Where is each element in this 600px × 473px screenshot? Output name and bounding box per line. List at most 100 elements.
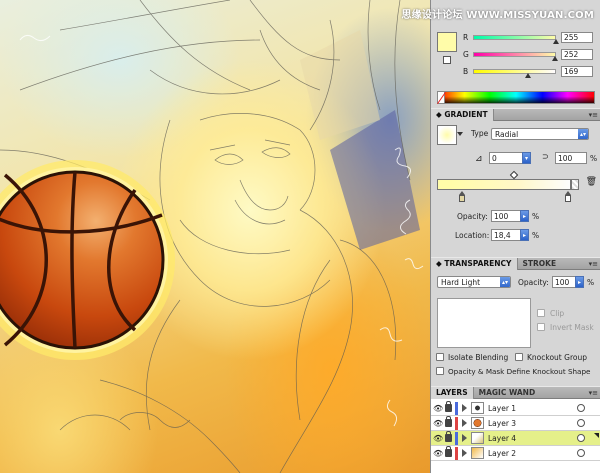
location-dropdown[interactable]: ▸: [520, 229, 529, 241]
channel-r-label: R: [463, 33, 469, 42]
channel-r-slider[interactable]: [473, 35, 556, 40]
tab-gradient[interactable]: ◆ GRADIENT: [431, 108, 494, 121]
location-label: Location:: [455, 231, 490, 240]
layer-row-selected[interactable]: 👁 Layer 4: [431, 431, 600, 446]
panel-menu-icon[interactable]: ▾≡: [589, 389, 598, 397]
gradient-type-select[interactable]: Radial ▴▾: [491, 128, 589, 140]
channel-b-input[interactable]: 169: [561, 66, 593, 77]
clip-checkbox[interactable]: [537, 309, 545, 317]
eye-icon[interactable]: 👁: [433, 404, 443, 413]
color-panel: R 255 G 252 B 169: [431, 28, 600, 108]
angle-input[interactable]: 0: [489, 152, 523, 164]
knockout-group-checkbox[interactable]: [515, 353, 523, 361]
layer-row[interactable]: 👁 Layer 3: [431, 416, 600, 431]
eye-icon[interactable]: 👁: [433, 434, 443, 443]
layer-color-indicator: [455, 402, 458, 415]
tab-magic-wand[interactable]: MAGIC WAND: [474, 387, 541, 399]
isolate-blending-checkbox[interactable]: [436, 353, 444, 361]
selection-indicator: [594, 433, 599, 438]
artwork-canvas[interactable]: [0, 0, 430, 473]
layer-thumbnail: [471, 447, 484, 459]
channel-b-thumb[interactable]: [525, 73, 532, 78]
none-color-swatch[interactable]: [437, 91, 445, 104]
tab-transparency[interactable]: ◆ TRANSPARENCY: [431, 257, 518, 270]
panel-menu-icon[interactable]: ▾≡: [589, 260, 598, 268]
layer-name[interactable]: Layer 4: [488, 434, 516, 443]
layer-name[interactable]: Layer 2: [488, 449, 516, 458]
channel-g-slider[interactable]: [473, 52, 556, 57]
isolate-blending-label: Isolate Blending: [448, 353, 509, 362]
opacity-mask-checkbox[interactable]: [436, 367, 444, 375]
layer-row[interactable]: 👁 Layer 2: [431, 446, 600, 461]
gradient-preview-swatch[interactable]: [437, 125, 463, 145]
transparency-opacity-dropdown[interactable]: ▸: [575, 276, 584, 288]
tab-gradient-label: GRADIENT: [444, 109, 488, 119]
target-circle-icon[interactable]: [577, 404, 585, 412]
tab-transparency-label: TRANSPARENCY: [444, 258, 512, 268]
location-unit: %: [532, 231, 540, 240]
gradient-opacity-dropdown[interactable]: ▸: [520, 210, 529, 222]
eye-icon[interactable]: 👁: [433, 449, 443, 458]
panel-menu-icon[interactable]: ▾≡: [589, 111, 598, 119]
location-input[interactable]: 18,4: [491, 229, 521, 241]
target-circle-icon[interactable]: [577, 419, 585, 427]
gradient-type-label: Type: [471, 129, 489, 138]
transparency-panel-header: ◆ TRANSPARENCY STROKE ▾≡: [431, 257, 600, 270]
trash-icon[interactable]: 🗑: [586, 177, 597, 187]
expand-triangle-icon[interactable]: [462, 434, 467, 442]
aspect-ratio-input[interactable]: 100: [555, 152, 587, 164]
expand-triangle-icon[interactable]: [462, 449, 467, 457]
channel-r: R 255: [463, 32, 598, 44]
target-circle-icon[interactable]: [577, 434, 585, 442]
gradient-panel: Type Radial ▴▾ ⊿ 0 ▾ ⊃ 100 % 🗑 Opacity: …: [431, 121, 600, 256]
transparency-opacity-input[interactable]: 100: [552, 276, 576, 288]
gradient-type-value: Radial: [495, 130, 519, 139]
expand-triangle-icon[interactable]: [462, 404, 467, 412]
layer-row[interactable]: 👁 Layer 1: [431, 401, 600, 416]
lock-icon[interactable]: [445, 416, 452, 427]
transparency-opacity-label: Opacity:: [518, 278, 549, 287]
gradient-opacity-input[interactable]: 100: [491, 210, 521, 222]
knockout-group-label: Knockout Group: [527, 353, 587, 362]
lock-icon[interactable]: [445, 446, 452, 457]
fill-swatch[interactable]: [437, 32, 457, 52]
tab-stroke[interactable]: STROKE: [518, 258, 562, 270]
lock-icon[interactable]: [445, 431, 452, 442]
layer-name[interactable]: Layer 3: [488, 419, 516, 428]
channel-b-slider[interactable]: [473, 69, 556, 74]
layer-thumbnail: [471, 432, 484, 444]
gradient-midpoint-handle[interactable]: [509, 170, 519, 180]
tab-layers[interactable]: LAYERS: [431, 386, 474, 399]
transparency-opacity-unit: %: [587, 278, 595, 287]
layer-name[interactable]: Layer 1: [488, 404, 516, 413]
color-spectrum[interactable]: [437, 91, 595, 104]
chevron-updown-icon: ▴▾: [500, 277, 510, 287]
channel-r-thumb[interactable]: [553, 39, 559, 44]
layer-color-indicator: [455, 432, 458, 445]
watermark-text: 思缘设计论坛 WWW.MISSYUAN.COM: [401, 10, 594, 21]
invert-mask-checkbox[interactable]: [537, 323, 545, 331]
gradient-panel-header: ◆ GRADIENT ▾≡: [431, 108, 600, 121]
gradient-stop-left[interactable]: [459, 191, 465, 202]
angle-dropdown-button[interactable]: ▾: [522, 152, 531, 164]
invert-mask-label: Invert Mask: [550, 323, 594, 332]
gradient-opacity-unit: %: [532, 212, 540, 221]
channel-b: B 169: [463, 66, 598, 78]
artwork-illustration: [0, 0, 424, 473]
channel-r-input[interactable]: 255: [561, 32, 593, 43]
channel-g-thumb[interactable]: [552, 56, 558, 61]
layer-color-indicator: [455, 447, 458, 460]
blend-mode-select[interactable]: Hard Light ▴▾: [437, 276, 511, 288]
expand-triangle-icon[interactable]: [462, 419, 467, 427]
stroke-swatch[interactable]: [443, 56, 451, 64]
channel-b-label: B: [463, 67, 469, 76]
lock-icon[interactable]: [445, 401, 452, 412]
gradient-ramp[interactable]: [437, 179, 571, 190]
gradient-stop-right[interactable]: [565, 191, 571, 202]
layer-thumbnail: [471, 402, 484, 414]
layers-panel-header: LAYERS MAGIC WAND ▾≡: [431, 386, 600, 399]
eye-icon[interactable]: 👁: [433, 419, 443, 428]
opacity-mask-label: Opacity & Mask Define Knockout Shape: [448, 367, 591, 376]
target-circle-icon[interactable]: [577, 449, 585, 457]
channel-g-input[interactable]: 252: [561, 49, 593, 60]
